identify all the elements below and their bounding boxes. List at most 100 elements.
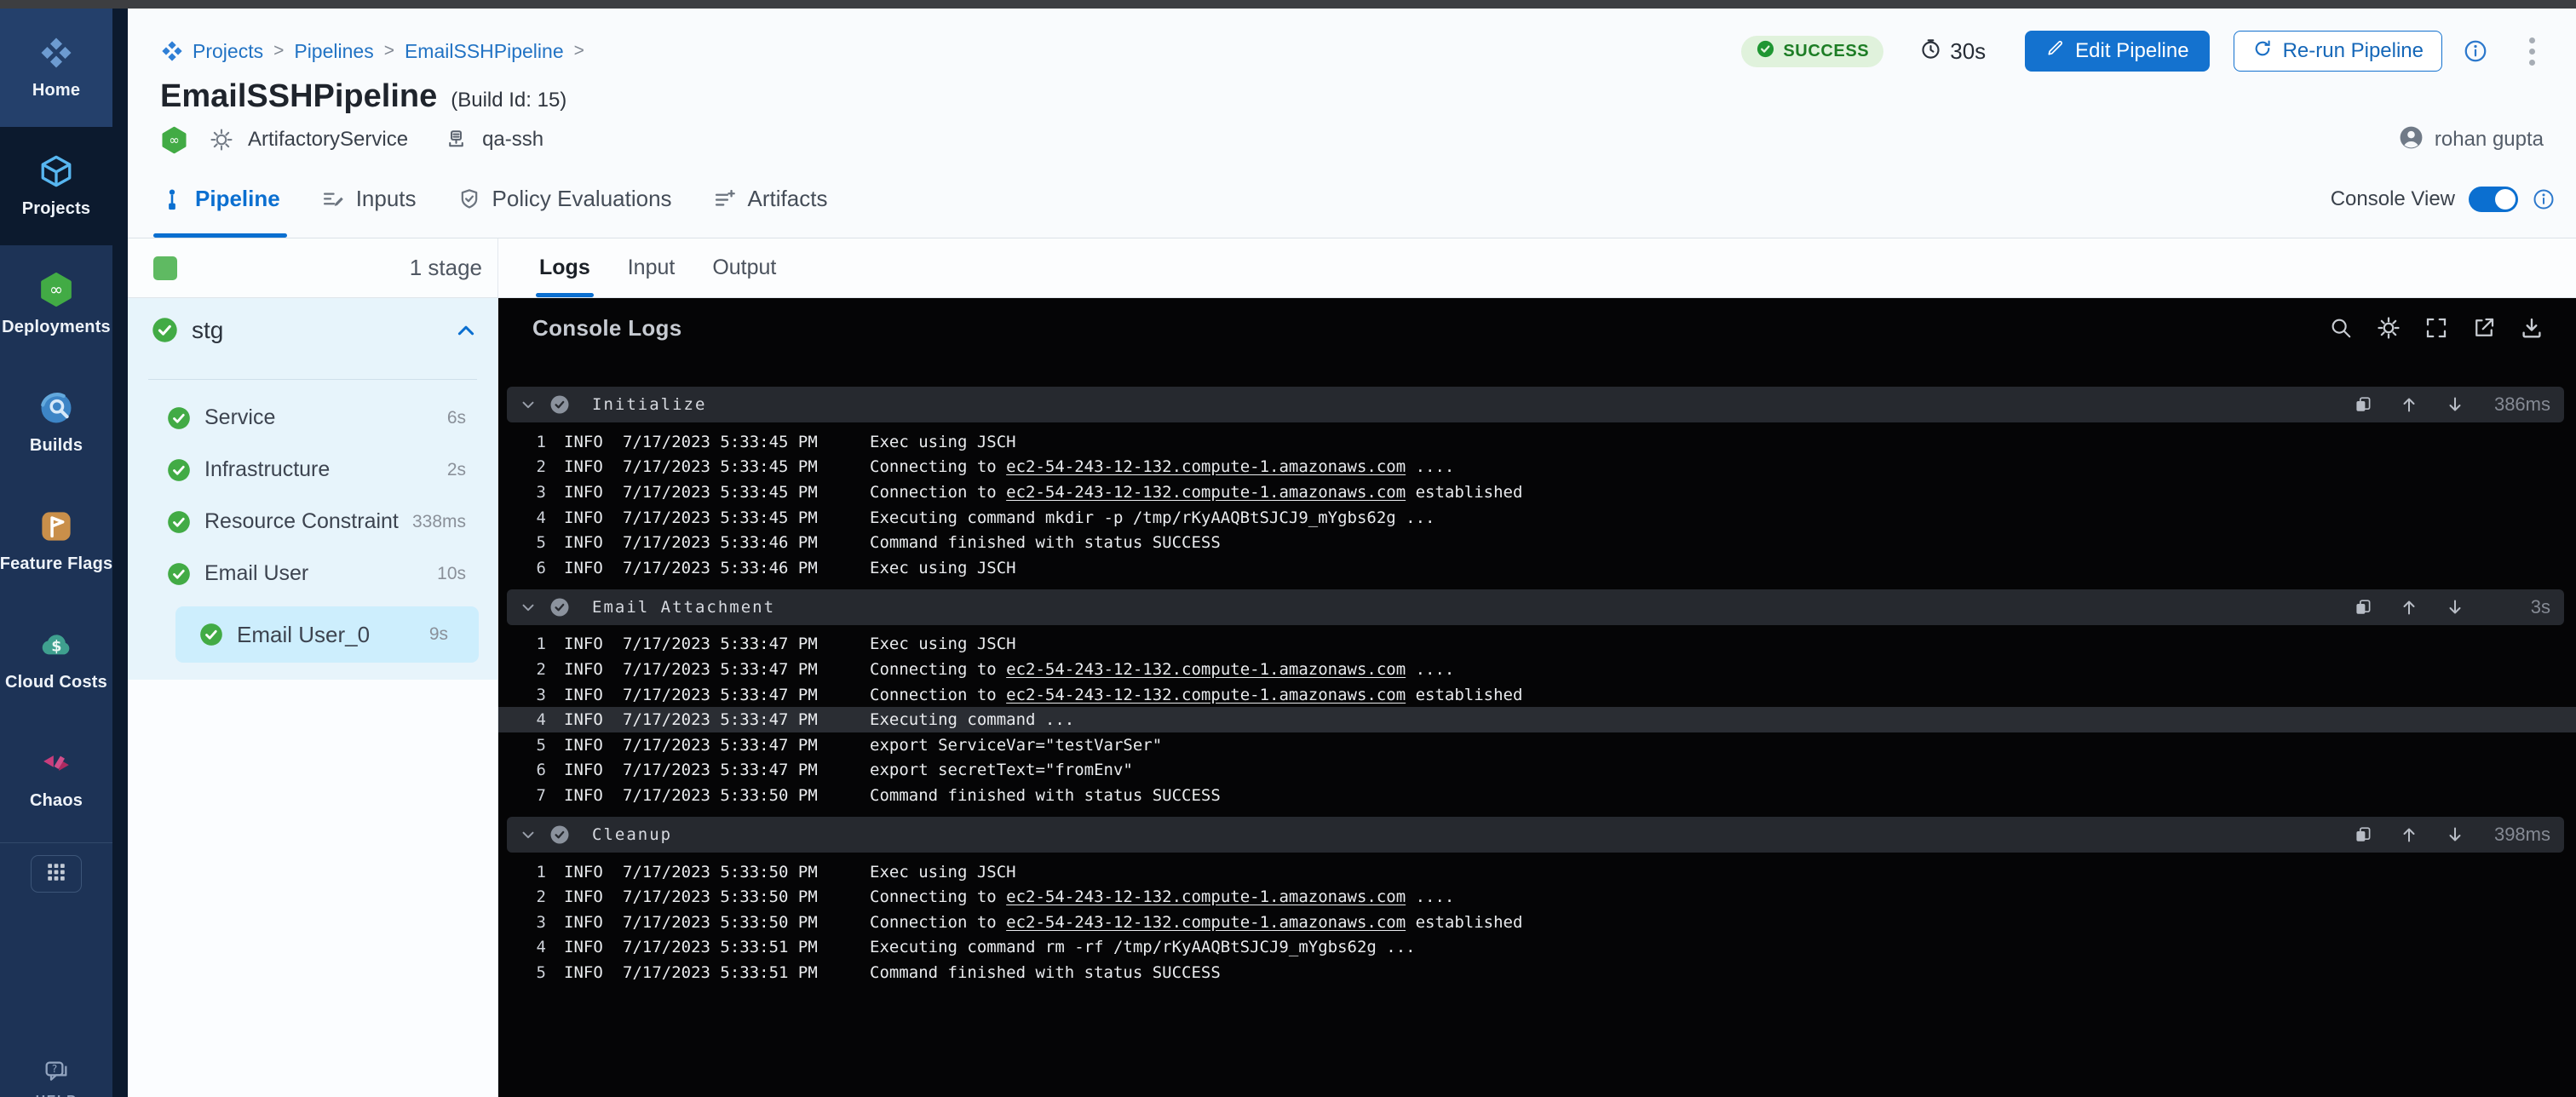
log-host-link[interactable]: ec2-54-243-12-132.compute-1.amazonaws.co… [1006,483,1406,502]
log-message: Connection to ec2-54-243-12-132.compute-… [870,913,1522,932]
step-row-email-user-0[interactable]: Email User_09s [175,606,479,663]
tab-policy-evaluations[interactable]: Policy Evaluations [457,160,672,238]
console-view-toggle[interactable] [2469,187,2518,212]
edit-pipeline-button[interactable]: Edit Pipeline [2025,31,2209,72]
log-host-link[interactable]: ec2-54-243-12-132.compute-1.amazonaws.co… [1006,887,1406,906]
step-row-resource-constraint[interactable]: Resource Constraint338ms [128,496,497,548]
tab-pipeline[interactable]: Pipeline [160,160,280,238]
sidebar-item-deployments[interactable]: ∞Deployments [0,245,112,364]
log-level: INFO [564,863,603,882]
rerun-info-icon[interactable] [2463,38,2488,64]
log-tab-logs[interactable]: Logs [539,238,590,297]
infrastructure-icon [444,128,469,152]
sidebar-item-feature-flags[interactable]: Feature Flags [0,482,112,600]
scroll-down-icon[interactable] [2445,824,2465,845]
tab-artifacts[interactable]: Artifacts [713,160,828,238]
step-row-email-user[interactable]: Email User10s [128,548,497,600]
section-header-cleanup[interactable]: Cleanup398ms [507,817,2564,853]
log-level: INFO [564,533,603,552]
log-tabs: Logs Input Output [498,238,2576,298]
user-block[interactable]: rohan gupta [2398,124,2544,155]
log-section-cleanup: Cleanup398ms1INFO7/17/2023 5:33:50 PMExe… [498,817,2576,994]
log-tab-input[interactable]: Input [628,238,676,297]
section-header-initialize[interactable]: Initialize386ms [507,387,2564,422]
scroll-up-icon[interactable] [2399,597,2419,617]
sidebar-rail [112,9,128,1097]
copy-icon[interactable] [2353,597,2373,617]
status-badge: SUCCESS [1741,36,1883,67]
stage-count-label: 1 stage [410,255,482,281]
sidebar-item-projects[interactable]: Projects [0,127,112,245]
header-row-tabs: Pipeline Inputs Policy Evaluations Artifact… [128,160,2576,238]
pencil-icon [2045,38,2065,64]
log-host-link[interactable]: ec2-54-243-12-132.compute-1.amazonaws.co… [1006,660,1406,679]
copy-icon[interactable] [2353,394,2373,415]
svg-text:?: ? [52,1063,57,1075]
download-icon[interactable] [2519,315,2544,341]
gear-icon[interactable] [2376,315,2401,341]
header-row-title: EmailSSHPipeline (Build Id: 15) [128,73,2576,119]
log-message: Connecting to ec2-54-243-12-132.compute-… [870,887,1454,906]
sidebar-item-home[interactable]: Home [0,9,112,127]
more-options-menu[interactable] [2522,34,2542,69]
log-line: 6INFO7/17/2023 5:33:46 PMExec using JSCH [498,555,2576,581]
step-row-service[interactable]: Service6s [128,392,497,444]
help-label: HELP [36,1094,78,1097]
log-message: Command finished with status SUCCESS [870,786,1221,805]
module-selector-button[interactable] [31,855,82,893]
console-view-label: Console View [2331,187,2455,211]
inputs-tab-icon [321,187,345,211]
copy-icon[interactable] [2353,824,2373,845]
page-title: EmailSSHPipeline [160,78,437,115]
search-icon[interactable] [2328,315,2354,341]
scroll-down-icon[interactable] [2445,597,2465,617]
chevron-up-icon[interactable] [455,319,477,342]
sidebar-item-label: Deployments [2,318,111,337]
log-tab-output[interactable]: Output [712,238,776,297]
log-line-number: 2 [509,457,546,476]
log-host-link[interactable]: ec2-54-243-12-132.compute-1.amazonaws.co… [1006,913,1406,932]
sidebar-item-chaos[interactable]: Chaos [0,719,112,837]
log-timestamp: 7/17/2023 5:33:50 PM [623,887,827,906]
log-line: 3INFO7/17/2023 5:33:47 PMConnection to e… [498,682,2576,708]
chevron-down-icon[interactable] [519,598,538,617]
tab-inputs[interactable]: Inputs [321,160,417,238]
open-in-new-icon[interactable] [2471,315,2497,341]
section-duration: 398ms [2491,824,2550,846]
projects-icon [38,153,74,189]
log-host-link[interactable]: ec2-54-243-12-132.compute-1.amazonaws.co… [1006,457,1406,476]
breadcrumb-link-pipelines[interactable]: Pipelines [294,40,373,63]
sidebar-item-label: Projects [22,199,91,219]
log-message: Connecting to ec2-54-243-12-132.compute-… [870,457,1454,476]
step-row-infrastructure[interactable]: Infrastructure2s [128,444,497,496]
sidebar-item-builds[interactable]: Builds [0,364,112,482]
log-line: 2INFO7/17/2023 5:33:50 PMConnecting to e… [498,884,2576,910]
log-line: 5INFO7/17/2023 5:33:46 PMCommand finishe… [498,530,2576,555]
log-message: Connection to ec2-54-243-12-132.compute-… [870,483,1522,502]
green-check-icon [167,458,191,482]
log-line: 4INFO7/17/2023 5:33:51 PMExecuting comma… [498,935,2576,961]
pipeline-tab-icon [160,187,184,211]
execution-body: 1 stage stg Service6sInfrastructure2sRes… [128,238,2576,1097]
breadcrumb-link-projects[interactable]: Projects [193,40,263,63]
console: Console Logs Initialize386ms1INFO7/17/20… [498,298,2576,1097]
console-view-info-icon[interactable] [2532,187,2556,211]
section-header-email-attachment[interactable]: Email Attachment3s [507,589,2564,625]
chevron-down-icon[interactable] [519,825,538,844]
log-line: 4INFO7/17/2023 5:33:47 PMExecuting comma… [498,707,2576,732]
fullscreen-icon[interactable] [2424,315,2449,341]
log-timestamp: 7/17/2023 5:33:50 PM [623,863,827,882]
log-host-link[interactable]: ec2-54-243-12-132.compute-1.amazonaws.co… [1006,686,1406,704]
help-button[interactable]: ? HELP [0,1059,112,1097]
chevron-down-icon[interactable] [519,395,538,414]
stage-row-stg[interactable]: stg [128,298,497,362]
tab-label: Inputs [356,186,417,212]
scroll-up-icon[interactable] [2399,824,2419,845]
log-line-number: 5 [509,533,546,552]
breadcrumb-link-emailsshpipeline[interactable]: EmailSSHPipeline [405,40,564,63]
scroll-up-icon[interactable] [2399,394,2419,415]
sidebar-item-cloud-costs[interactable]: $Cloud Costs [0,600,112,719]
log-line-number: 6 [509,559,546,577]
rerun-pipeline-button[interactable]: Re-run Pipeline [2234,31,2442,72]
scroll-down-icon[interactable] [2445,394,2465,415]
